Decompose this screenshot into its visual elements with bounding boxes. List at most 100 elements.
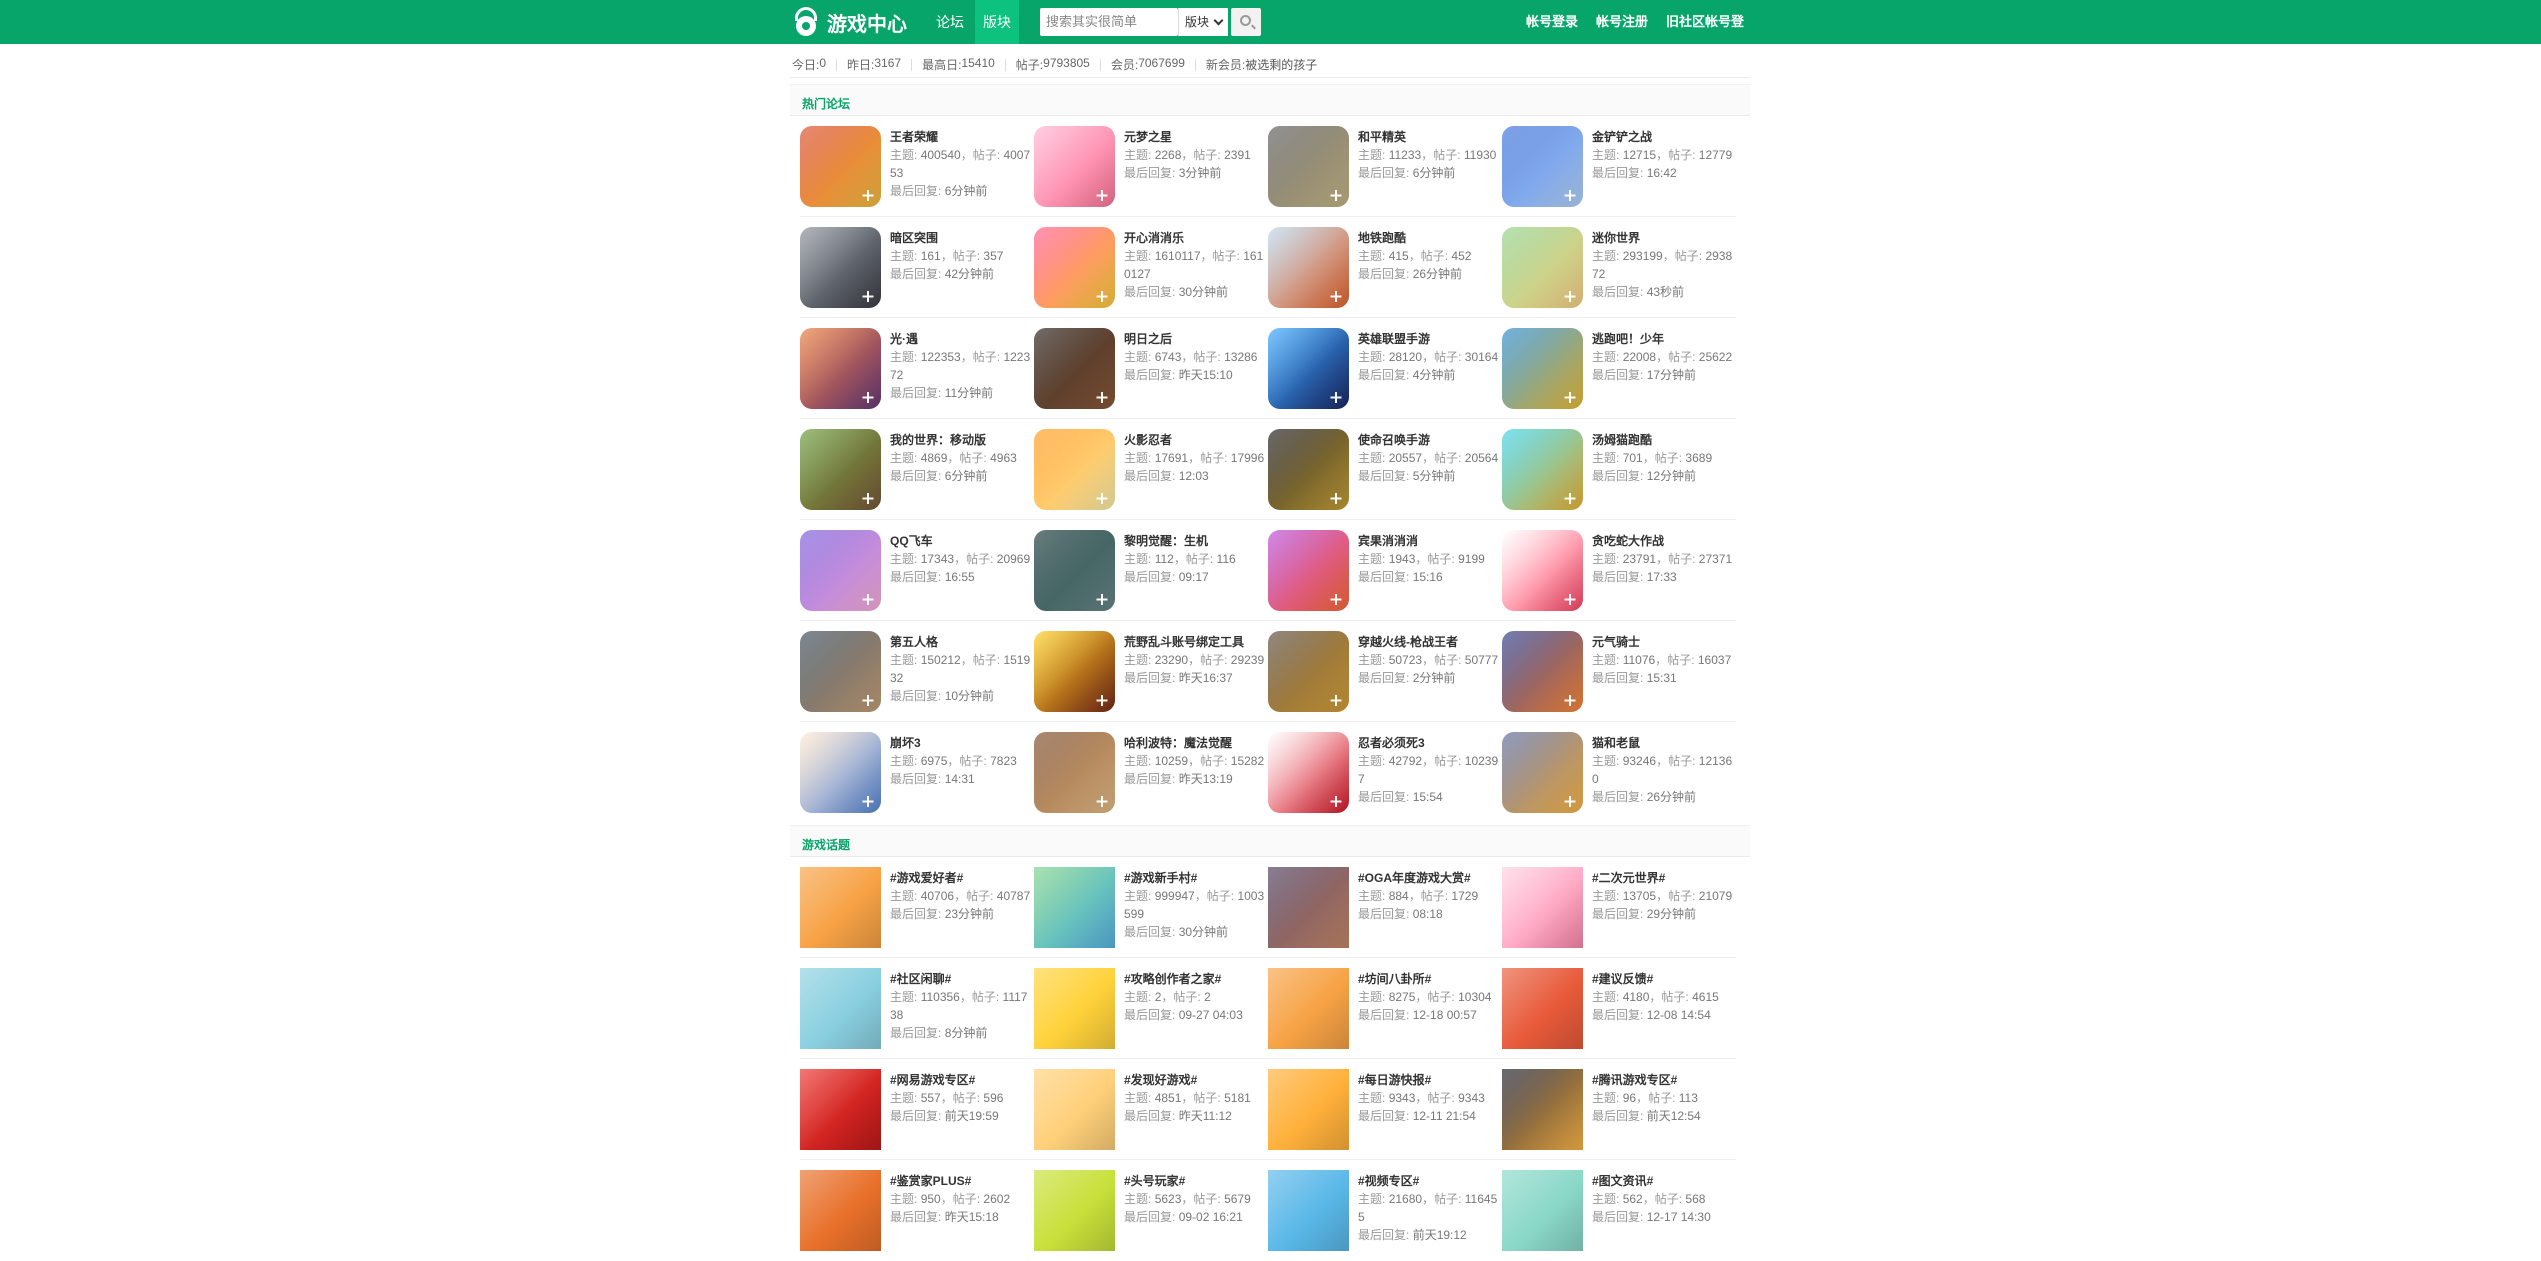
forum-name[interactable]: 迷你世界 [1592, 229, 1640, 246]
forum-item[interactable]: 荒野乱斗账号绑定工具 主题: 23290，帖子: 29239 最后回复: 昨天16:… [1034, 631, 1266, 713]
topic-item[interactable]: #坊间八卦所# 主题: 8275，帖子: 10304 最后回复: 12-18 00:… [1268, 968, 1500, 1050]
forum-name[interactable]: 明日之后 [1124, 330, 1172, 347]
forum-name[interactable]: 荒野乱斗账号绑定工具 [1124, 633, 1244, 650]
forum-item[interactable]: 第五人格 主题: 150212，帖子: 151932 最后回复: 10分钟前 [800, 631, 1032, 713]
topic-name[interactable]: #坊间八卦所# [1358, 970, 1431, 987]
forum-name[interactable]: 和平精英 [1358, 128, 1406, 145]
forum-item[interactable]: 和平精英 主题: 11233，帖子: 11930 最后回复: 6分钟前 [1268, 126, 1500, 208]
forum-icon[interactable] [1034, 429, 1115, 510]
topic-name[interactable]: #头号玩家# [1124, 1172, 1185, 1189]
nav-forum[interactable]: 论坛 [928, 0, 972, 44]
forum-icon[interactable] [1502, 631, 1583, 712]
topic-item[interactable]: #建议反馈# 主题: 4180，帖子: 4615 最后回复: 12-08 14:54 [1502, 968, 1734, 1050]
topic-item[interactable]: #腾讯游戏专区# 主题: 96，帖子: 113 最后回复: 前天12:54 [1502, 1069, 1734, 1151]
topic-thumbnail[interactable] [1502, 1170, 1583, 1251]
forum-item[interactable]: 开心消消乐 主题: 1610117，帖子: 1610127 最后回复: 30分钟前 [1034, 227, 1266, 309]
legacy-login-link[interactable]: 旧社区帐号登录 [1666, 0, 1750, 73]
forum-item[interactable]: 穿越火线-枪战王者 主题: 50723，帖子: 50777 最后回复: 2分钟前 [1268, 631, 1500, 713]
forum-icon[interactable] [1268, 530, 1349, 611]
topic-item[interactable]: #攻略创作者之家# 主题: 2，帖子: 2 最后回复: 09-27 04:03 [1034, 968, 1266, 1050]
forum-icon[interactable] [1034, 530, 1115, 611]
topic-item[interactable]: #二次元世界# 主题: 13705，帖子: 21079 最后回复: 29分钟前 [1502, 867, 1734, 949]
topic-name[interactable]: #视频专区# [1358, 1172, 1419, 1189]
forum-icon[interactable] [800, 429, 881, 510]
topic-item[interactable]: #社区闲聊# 主题: 110356，帖子: 111738 最后回复: 8分钟前 [800, 968, 1032, 1050]
forum-name[interactable]: 金铲铲之战 [1592, 128, 1652, 145]
forum-item[interactable]: 迷你世界 主题: 293199，帖子: 293872 最后回复: 43秒前 [1502, 227, 1734, 309]
forum-item[interactable]: 火影忍者 主题: 17691，帖子: 17996 最后回复: 12:03 [1034, 429, 1266, 511]
forum-item[interactable]: 忍者必须死3 主题: 42792，帖子: 102397 最后回复: 15:54 [1268, 732, 1500, 814]
search-input[interactable]: 搜索其实很简单 [1040, 8, 1178, 36]
topic-thumbnail[interactable] [1268, 1069, 1349, 1150]
topic-thumbnail[interactable] [1034, 1170, 1115, 1251]
forum-name[interactable]: 忍者必须死3 [1358, 734, 1425, 751]
forum-item[interactable]: 金铲铲之战 主题: 12715，帖子: 12779 最后回复: 16:42 [1502, 126, 1734, 208]
topic-thumbnail[interactable] [800, 1069, 881, 1150]
forum-icon[interactable] [800, 227, 881, 308]
forum-name[interactable]: 英雄联盟手游 [1358, 330, 1430, 347]
forum-icon[interactable] [1034, 328, 1115, 409]
topic-thumbnail[interactable] [1268, 1170, 1349, 1251]
forum-name[interactable]: 使命召唤手游 [1358, 431, 1430, 448]
forum-name[interactable]: 猫和老鼠 [1592, 734, 1640, 751]
topic-thumbnail[interactable] [800, 867, 881, 948]
topic-item[interactable]: #图文资讯# 主题: 562，帖子: 568 最后回复: 12-17 14:30 [1502, 1170, 1734, 1252]
topic-name[interactable]: #游戏爱好者# [890, 869, 963, 886]
forum-name[interactable]: 元气骑士 [1592, 633, 1640, 650]
forum-item[interactable]: 元梦之星 主题: 2268，帖子: 2391 最后回复: 3分钟前 [1034, 126, 1266, 208]
topic-name[interactable]: #OGA年度游戏大赏# [1358, 869, 1471, 886]
site-logo[interactable]: 游戏中心 [790, 7, 907, 37]
forum-icon[interactable] [1502, 732, 1583, 813]
forum-icon[interactable] [1034, 732, 1115, 813]
forum-item[interactable]: 宾果消消消 主题: 1943，帖子: 9199 最后回复: 15:16 [1268, 530, 1500, 612]
forum-name[interactable]: 宾果消消消 [1358, 532, 1418, 549]
forum-item[interactable]: 暗区突围 主题: 161，帖子: 357 最后回复: 42分钟前 [800, 227, 1032, 309]
forum-item[interactable]: 王者荣耀 主题: 400540，帖子: 400753 最后回复: 6分钟前 [800, 126, 1032, 208]
forum-icon[interactable] [800, 126, 881, 207]
forum-item[interactable]: 贪吃蛇大作战 主题: 23791，帖子: 27371 最后回复: 17:33 [1502, 530, 1734, 612]
topic-name[interactable]: #发现好游戏# [1124, 1071, 1197, 1088]
forum-icon[interactable] [1502, 126, 1583, 207]
nav-boards[interactable]: 版块 [975, 0, 1019, 44]
forum-icon[interactable] [1268, 732, 1349, 813]
topic-thumbnail[interactable] [800, 1170, 881, 1251]
forum-icon[interactable] [1502, 328, 1583, 409]
forum-name[interactable]: 元梦之星 [1124, 128, 1172, 145]
forum-icon[interactable] [800, 328, 881, 409]
forum-icon[interactable] [1502, 227, 1583, 308]
topic-thumbnail[interactable] [1034, 867, 1115, 948]
forum-item[interactable]: 光·遇 主题: 122353，帖子: 122372 最后回复: 11分钟前 [800, 328, 1032, 410]
login-link[interactable]: 帐号登录 [1526, 0, 1578, 44]
forum-name[interactable]: 穿越火线-枪战王者 [1358, 633, 1458, 650]
topic-thumbnail[interactable] [1034, 968, 1115, 1049]
topic-thumbnail[interactable] [1268, 968, 1349, 1049]
forum-icon[interactable] [1034, 227, 1115, 308]
topic-item[interactable]: #发现好游戏# 主题: 4851，帖子: 5181 最后回复: 昨天11:12 [1034, 1069, 1266, 1151]
forum-name[interactable]: QQ飞车 [890, 532, 933, 549]
forum-item[interactable]: 英雄联盟手游 主题: 28120，帖子: 30164 最后回复: 4分钟前 [1268, 328, 1500, 410]
topic-name[interactable]: #社区闲聊# [890, 970, 951, 987]
topic-item[interactable]: #游戏爱好者# 主题: 40706，帖子: 40787 最后回复: 23分钟前 [800, 867, 1032, 949]
topic-item[interactable]: #鉴赏家PLUS# 主题: 950，帖子: 2602 最后回复: 昨天15:18 [800, 1170, 1032, 1252]
topic-item[interactable]: #每日游快报# 主题: 9343，帖子: 9343 最后回复: 12-11 21:5… [1268, 1069, 1500, 1151]
topic-name[interactable]: #建议反馈# [1592, 970, 1653, 987]
forum-icon[interactable] [1502, 429, 1583, 510]
topic-name[interactable]: #攻略创作者之家# [1124, 970, 1221, 987]
forum-item[interactable]: 我的世界：移动版 主题: 4869，帖子: 4963 最后回复: 6分钟前 [800, 429, 1032, 511]
topic-item[interactable]: #头号玩家# 主题: 5623，帖子: 5679 最后回复: 09-02 16:21 [1034, 1170, 1266, 1252]
forum-icon[interactable] [800, 631, 881, 712]
topic-name[interactable]: #游戏新手村# [1124, 869, 1197, 886]
forum-icon[interactable] [800, 530, 881, 611]
forum-icon[interactable] [1268, 126, 1349, 207]
forum-name[interactable]: 贪吃蛇大作战 [1592, 532, 1664, 549]
forum-name[interactable]: 火影忍者 [1124, 431, 1172, 448]
forum-item[interactable]: 地铁跑酷 主题: 415，帖子: 452 最后回复: 26分钟前 [1268, 227, 1500, 309]
stat-value[interactable]: 被选剩的孩子 [1245, 56, 1317, 73]
topic-thumbnail[interactable] [1268, 867, 1349, 948]
forum-name[interactable]: 王者荣耀 [890, 128, 938, 145]
topic-thumbnail[interactable] [1502, 968, 1583, 1049]
forum-icon[interactable] [1268, 328, 1349, 409]
topic-thumbnail[interactable] [800, 968, 881, 1049]
topic-thumbnail[interactable] [1502, 867, 1583, 948]
forum-name[interactable]: 逃跑吧！少年 [1592, 330, 1664, 347]
